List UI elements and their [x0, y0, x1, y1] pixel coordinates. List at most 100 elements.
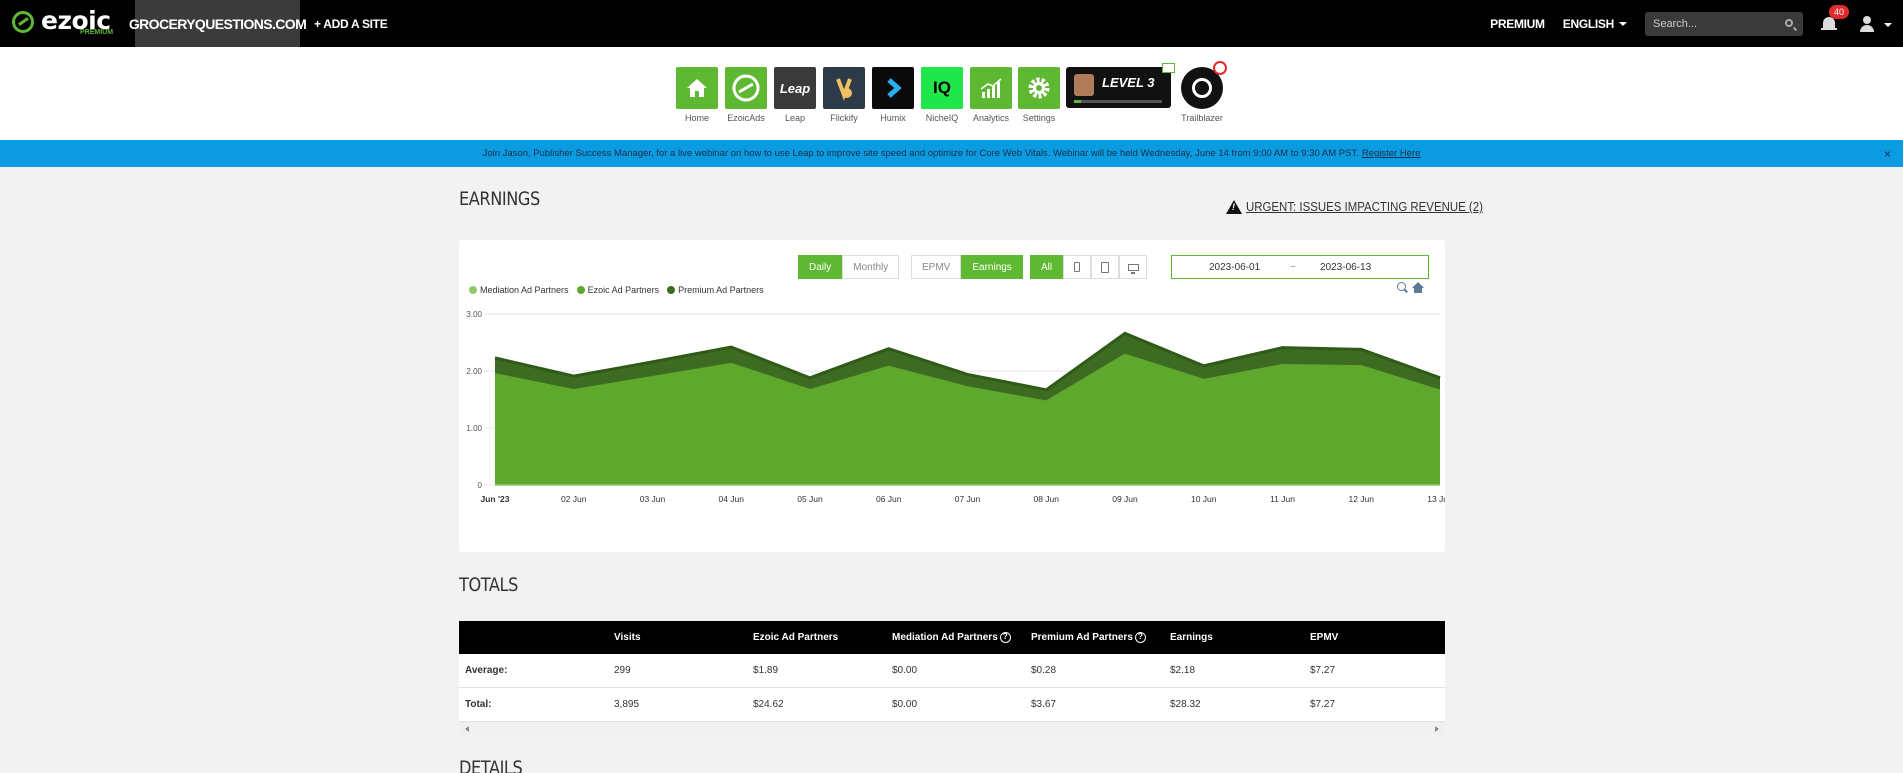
app-home[interactable]: Home: [676, 67, 718, 123]
x-tick-label: 13 Jun: [1427, 494, 1445, 504]
app-humix[interactable]: Humix: [872, 67, 914, 123]
premium-link[interactable]: PREMIUM: [1490, 17, 1545, 31]
add-site-link[interactable]: + ADD A SITE: [314, 17, 388, 31]
data-point: [1203, 365, 1204, 366]
x-tick-label: Jun '23: [481, 494, 510, 504]
tablet-icon: [1101, 261, 1110, 273]
device-toggle: All: [1030, 255, 1148, 279]
avatar: [1074, 74, 1094, 96]
site-tab[interactable]: GROCERYQUESTIONS.COM: [129, 0, 307, 47]
data-point: [731, 363, 732, 364]
totals-title: TOTALS: [459, 574, 518, 596]
data-point: [495, 485, 496, 486]
app-settings[interactable]: Settings: [1018, 67, 1060, 123]
phone-icon: [1074, 262, 1081, 272]
app-trailblazer[interactable]: Trailblazer: [1181, 61, 1227, 123]
legend-item[interactable]: Ezoic Ad Partners: [576, 285, 659, 295]
legend-item[interactable]: Mediation Ad Partners: [469, 285, 569, 295]
app-nicheiq[interactable]: IQ NicheIQ: [921, 67, 963, 123]
data-point: [1125, 354, 1126, 355]
x-tick-label: 05 Jun: [797, 494, 823, 504]
x-tick-label: 10 Jun: [1191, 494, 1217, 504]
level-badge[interactable]: LEVEL 3: [1066, 63, 1175, 108]
help-icon[interactable]: ?: [999, 632, 1011, 643]
zoom-icon[interactable]: [1397, 282, 1406, 291]
data-point: [1361, 485, 1362, 486]
desktop-button[interactable]: [1119, 255, 1148, 279]
all-devices-button[interactable]: All: [1030, 255, 1064, 279]
table-cell: $3.67: [1031, 699, 1057, 710]
app-analytics[interactable]: Analytics: [970, 67, 1012, 123]
legend-dot: [667, 286, 676, 294]
app-leap[interactable]: Leap Leap: [774, 67, 816, 123]
data-point: [1203, 485, 1204, 486]
data-point: [967, 485, 968, 486]
nicheiq-icon: IQ: [921, 67, 963, 109]
chart-legend: Mediation Ad Partners Ezoic Ad Partners …: [469, 285, 772, 295]
data-point: [1440, 390, 1441, 391]
earnings-button[interactable]: Earnings: [961, 255, 1023, 279]
phone-button[interactable]: [1063, 255, 1092, 279]
date-to: 2023-06-13: [1320, 261, 1372, 273]
data-point: [1125, 333, 1126, 334]
y-tick-label: 0: [478, 481, 483, 490]
register-link[interactable]: Register Here: [1362, 148, 1421, 159]
settings-icon: [1018, 67, 1060, 109]
warning-icon: [1226, 199, 1242, 214]
data-point: [888, 348, 889, 349]
earnings-card: Daily Monthly EPMV Earnings All 2023-06-…: [459, 240, 1445, 552]
date-range-picker[interactable]: 2023-06-01 ~ 2023-06-13: [1171, 255, 1429, 279]
webinar-banner: Join Jason, Publisher Success Manager, f…: [0, 140, 1903, 167]
table-cell: $7.27: [1310, 665, 1336, 676]
x-tick-label: 09 Jun: [1112, 494, 1138, 504]
table-row: Average: 299 $1.89 $0.00 $0.28 $2.18 $7.…: [459, 654, 1445, 688]
x-tick-label: 02 Jun: [561, 494, 587, 504]
urgent-text: URGENT: ISSUES IMPACTING REVENUE (2): [1246, 199, 1483, 214]
legend-item[interactable]: Premium Ad Partners: [667, 285, 764, 295]
x-tick-label: 11 Jun: [1270, 494, 1295, 504]
user-icon[interactable]: [1859, 15, 1892, 33]
data-point: [1046, 401, 1047, 402]
column-header: EPMV: [1310, 632, 1339, 643]
ezoic-logo[interactable]: ezoic PREMIUM: [0, 0, 135, 47]
column-header: Ezoic Ad Partners: [753, 632, 839, 643]
search-icon[interactable]: [1785, 18, 1793, 27]
daily-button[interactable]: Daily: [798, 255, 843, 279]
close-icon[interactable]: ×: [1884, 147, 1891, 161]
data-point: [573, 389, 574, 390]
data-point: [1282, 485, 1283, 486]
y-tick-label: 3.00: [466, 310, 482, 319]
legend-label: Premium Ad Partners: [678, 285, 764, 295]
urgent-link[interactable]: URGENT: ISSUES IMPACTING REVENUE (2): [1226, 199, 1515, 214]
tablet-button[interactable]: [1091, 255, 1120, 279]
table-cell: $0.00: [892, 665, 918, 676]
x-tick-label: 04 Jun: [718, 494, 744, 504]
data-point: [495, 373, 496, 374]
home-icon: [676, 67, 718, 109]
x-tick-label: 07 Jun: [955, 494, 981, 504]
leap-icon: Leap: [774, 67, 816, 109]
table-header: Visits Ezoic Ad Partners Mediation Ad Pa…: [459, 621, 1445, 654]
search-input[interactable]: Search...: [1645, 11, 1803, 36]
scroll-right-icon[interactable]: [1435, 726, 1439, 732]
help-icon[interactable]: ?: [1134, 632, 1146, 643]
language-dropdown[interactable]: ENGLISH: [1563, 17, 1627, 31]
legend-dot: [576, 286, 585, 294]
scroll-left-icon[interactable]: [465, 726, 469, 732]
app-flickify[interactable]: Flickify: [823, 67, 865, 123]
horizontal-scrollbar[interactable]: [459, 722, 1445, 736]
flickify-icon: [823, 67, 865, 109]
app-ezoicads[interactable]: EzoicAds: [725, 67, 767, 123]
bell-icon[interactable]: 40: [1821, 4, 1850, 33]
x-tick-label: 08 Jun: [1033, 494, 1059, 504]
legend-label: Mediation Ad Partners: [480, 285, 569, 295]
monthly-button[interactable]: Monthly: [842, 255, 900, 279]
app-label: Settings: [1022, 113, 1056, 123]
chevron-down-icon: [1619, 22, 1627, 27]
language-label: ENGLISH: [1562, 16, 1615, 31]
data-point: [810, 485, 811, 486]
analytics-icon: [970, 67, 1012, 109]
epmv-button[interactable]: EPMV: [911, 255, 962, 279]
reset-zoom-icon[interactable]: [1412, 282, 1424, 293]
x-tick-label: 12 Jun: [1348, 494, 1374, 504]
